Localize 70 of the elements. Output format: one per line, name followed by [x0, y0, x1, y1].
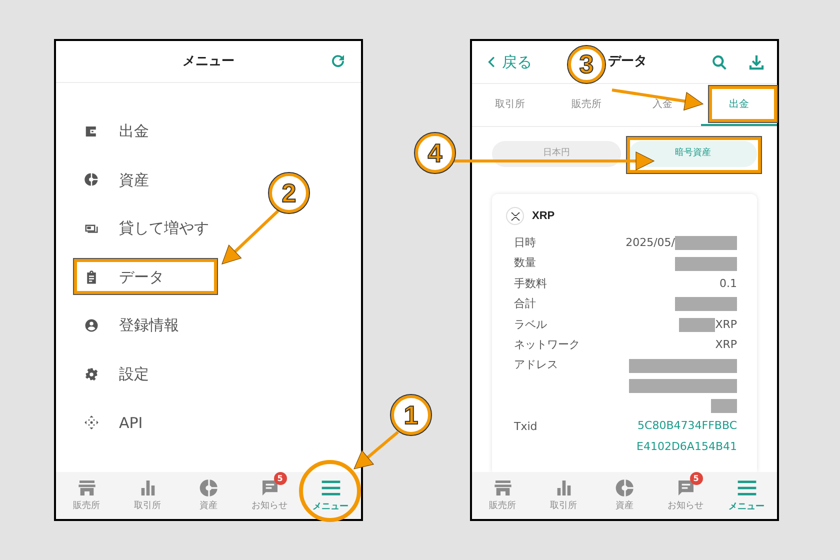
menu-item[interactable]: 出金 [56, 107, 157, 156]
tab[interactable]: 出金 [700, 84, 777, 126]
nav-tab[interactable]: 販売所 [56, 472, 117, 519]
menu-item[interactable]: データ [56, 252, 172, 302]
nav-tab[interactable]: 5 お知らせ [239, 472, 300, 519]
field-label: ラベル [514, 316, 547, 333]
chat-icon [260, 478, 280, 498]
download-icon [748, 54, 765, 70]
step-number: 4 [415, 133, 455, 173]
api-icon [84, 415, 99, 430]
menu-item[interactable]: 貸して増やす [56, 204, 217, 253]
field-value: XRP [715, 336, 737, 353]
nav-tab[interactable]: 資産 [178, 472, 239, 519]
highlight-box [709, 86, 777, 122]
nav-tab[interactable]: 5 お知らせ [655, 472, 716, 519]
screen-title: データ [608, 53, 647, 71]
nav-tab[interactable]: 資産 [594, 472, 655, 519]
field-label: 手数料 [514, 276, 547, 292]
nav-tab[interactable]: 取引所 [533, 472, 594, 519]
field-label: 日時 [514, 235, 536, 251]
redaction-bar [679, 318, 716, 332]
step-number: 1 [391, 395, 431, 435]
arrow [353, 430, 399, 470]
menu-item[interactable]: 資産 [56, 156, 157, 204]
nav-tab[interactable]: メニュー [300, 472, 361, 519]
coin-name: XRP [532, 208, 555, 224]
nav-tab[interactable]: メニュー [716, 472, 777, 519]
clipboard-icon [84, 270, 99, 285]
menu-item[interactable]: 設定 [56, 350, 157, 399]
refresh-button[interactable] [329, 52, 347, 70]
field-value: 0.1 [720, 276, 737, 292]
refresh-icon [329, 52, 347, 70]
segment-button[interactable]: 暗号資産 [628, 141, 757, 167]
settings-icon [84, 366, 99, 382]
tab[interactable]: 取引所 [472, 84, 548, 126]
chat-icon [676, 478, 696, 498]
screen-title: メニュー [182, 52, 234, 71]
redaction-bar [675, 236, 737, 250]
shop-icon [492, 478, 512, 498]
redaction-bar [711, 399, 737, 414]
x-mark-icon [510, 210, 520, 222]
nav-tab[interactable]: 取引所 [117, 472, 178, 519]
search-button[interactable] [711, 54, 728, 70]
field-value: 2025/05/ [626, 234, 675, 251]
redaction-bar [675, 256, 737, 271]
field-value: XRP [715, 316, 737, 332]
notification-badge: 5 [274, 472, 286, 485]
arrow [222, 208, 280, 264]
menu-item[interactable]: 登録情報 [56, 301, 187, 350]
field-label: 数量 [514, 255, 536, 272]
field-label: 合計 [514, 296, 536, 312]
tab[interactable]: 販売所 [548, 84, 624, 126]
search-icon [711, 54, 728, 70]
txid-link[interactable]: E4102D6A154B41 [636, 438, 737, 456]
txid-link[interactable]: 5C80B4734FFBBC [638, 418, 737, 435]
shop-icon [76, 478, 96, 498]
pie-chart-icon [84, 172, 99, 188]
redaction-bar [675, 297, 737, 312]
account-icon [84, 318, 99, 334]
wallet-icon [84, 124, 99, 139]
nav-tab[interactable]: 販売所 [472, 472, 533, 519]
tab[interactable]: 入金 [624, 84, 701, 126]
field-label: ネットワーク [514, 336, 580, 353]
field-label: Txid [514, 418, 538, 435]
pie-chart-icon [614, 478, 634, 498]
field-label: アドレス [514, 357, 558, 374]
download-button[interactable] [748, 54, 765, 70]
back-button[interactable]: 戻る [484, 50, 532, 74]
pie-chart-icon [198, 478, 218, 498]
menu-item[interactable]: API [56, 398, 151, 448]
